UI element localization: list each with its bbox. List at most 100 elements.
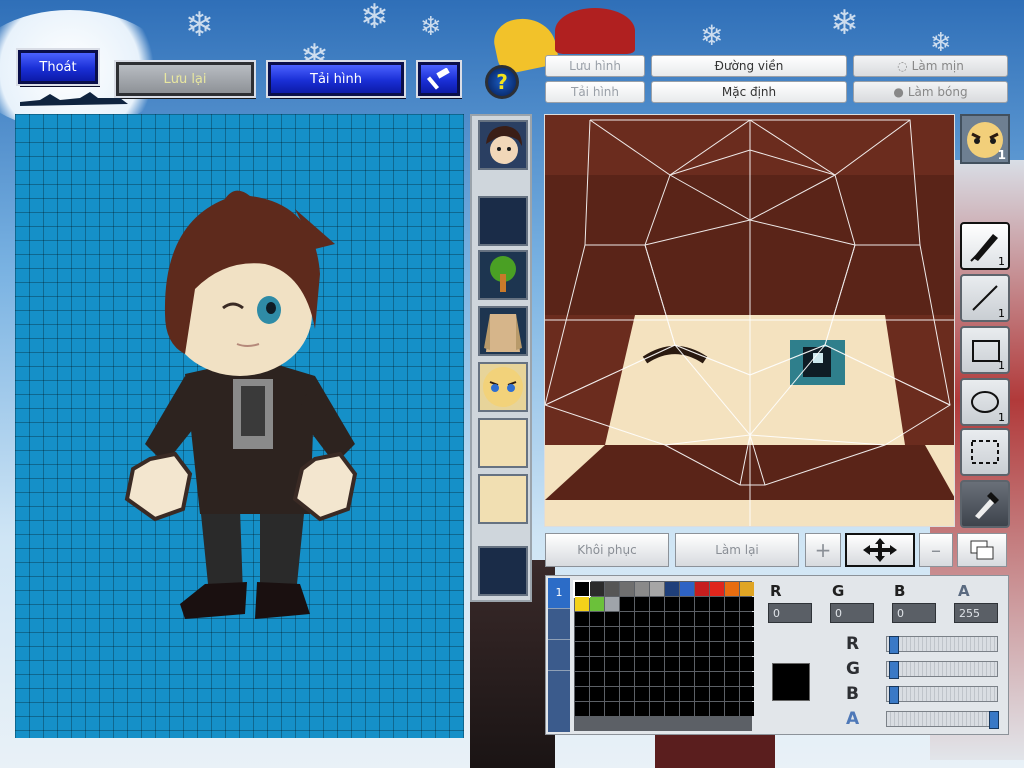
color-swatch[interactable] — [665, 642, 679, 656]
color-swatch[interactable] — [710, 642, 724, 656]
ellipse-tool[interactable]: 1 — [960, 378, 1010, 426]
color-swatch[interactable] — [665, 627, 679, 641]
color-swatch[interactable] — [605, 597, 619, 611]
part-tree[interactable] — [478, 250, 528, 300]
color-swatch[interactable] — [725, 597, 739, 611]
color-swatch[interactable] — [635, 627, 649, 641]
color-swatch[interactable] — [620, 672, 634, 686]
color-swatch[interactable] — [575, 597, 589, 611]
color-swatch[interactable] — [650, 627, 664, 641]
color-swatch[interactable] — [575, 672, 589, 686]
color-swatch[interactable] — [725, 702, 739, 716]
move-button[interactable] — [845, 533, 915, 567]
color-swatch[interactable] — [725, 627, 739, 641]
color-swatches[interactable] — [573, 580, 754, 731]
select-tool[interactable] — [960, 428, 1010, 476]
palette-tab-4[interactable] — [548, 670, 570, 701]
tab-default[interactable]: Mặc định — [651, 81, 847, 103]
channel-value-a[interactable]: 255 — [954, 603, 998, 623]
tab-save-image[interactable]: Lưu hình — [545, 55, 645, 77]
color-swatch[interactable] — [725, 687, 739, 701]
slider-b[interactable] — [886, 686, 998, 704]
part-face-skin-2[interactable] — [478, 474, 528, 524]
color-swatch[interactable] — [725, 612, 739, 626]
color-swatch[interactable] — [710, 687, 724, 701]
texture-editor-canvas[interactable] — [544, 114, 955, 527]
color-swatch[interactable] — [605, 702, 619, 716]
color-swatch[interactable] — [590, 687, 604, 701]
pen-tool[interactable]: 1 — [960, 222, 1010, 270]
color-swatch[interactable] — [650, 642, 664, 656]
color-swatch[interactable] — [680, 657, 694, 671]
color-swatch[interactable] — [605, 582, 619, 596]
color-swatch[interactable] — [635, 687, 649, 701]
color-swatch[interactable] — [635, 702, 649, 716]
color-swatch[interactable] — [605, 612, 619, 626]
color-swatch[interactable] — [575, 687, 589, 701]
color-swatch[interactable] — [680, 642, 694, 656]
slider-r-knob[interactable] — [889, 636, 899, 654]
hammer-button[interactable] — [416, 60, 462, 98]
zoom-out-button[interactable]: – — [919, 533, 953, 567]
color-swatch[interactable] — [680, 597, 694, 611]
color-swatch[interactable] — [575, 612, 589, 626]
color-swatch[interactable] — [725, 642, 739, 656]
color-swatch[interactable] — [590, 612, 604, 626]
color-swatch[interactable] — [590, 582, 604, 596]
slider-g-knob[interactable] — [889, 661, 899, 679]
color-swatch[interactable] — [725, 657, 739, 671]
color-swatch[interactable] — [680, 582, 694, 596]
color-swatch[interactable] — [740, 627, 754, 641]
color-swatch[interactable] — [695, 642, 709, 656]
color-swatch[interactable] — [650, 702, 664, 716]
layer-button[interactable] — [957, 533, 1007, 567]
channel-value-g[interactable]: 0 — [830, 603, 874, 623]
slider-a[interactable] — [886, 711, 999, 729]
color-swatch[interactable] — [710, 612, 724, 626]
color-swatch[interactable] — [605, 672, 619, 686]
color-swatch[interactable] — [590, 702, 604, 716]
color-swatch[interactable] — [695, 612, 709, 626]
character-preview[interactable] — [15, 114, 464, 738]
part-jacket[interactable] — [478, 306, 528, 356]
color-swatch[interactable] — [605, 642, 619, 656]
tab-outline[interactable]: Đường viền — [651, 55, 847, 77]
slider-b-knob[interactable] — [889, 686, 899, 704]
part-face-portrait[interactable] — [478, 120, 528, 170]
rect-tool[interactable]: 1 — [960, 326, 1010, 374]
color-swatch[interactable] — [635, 597, 649, 611]
color-swatch[interactable] — [650, 672, 664, 686]
zoom-in-button[interactable]: + — [805, 533, 841, 567]
color-swatch[interactable] — [695, 672, 709, 686]
color-swatch[interactable] — [635, 642, 649, 656]
color-swatch[interactable] — [575, 642, 589, 656]
color-swatch[interactable] — [680, 612, 694, 626]
color-swatch[interactable] — [725, 672, 739, 686]
line-tool[interactable]: 1 — [960, 274, 1010, 322]
color-swatch[interactable] — [590, 657, 604, 671]
palette-tab-3[interactable] — [548, 639, 570, 670]
reload-image-button[interactable]: Tải hình — [266, 60, 406, 98]
part-empty-slot-2[interactable] — [478, 546, 528, 596]
color-swatch[interactable] — [710, 672, 724, 686]
color-swatch[interactable] — [650, 582, 664, 596]
slider-r[interactable] — [886, 636, 998, 654]
color-swatch[interactable] — [650, 597, 664, 611]
color-swatch[interactable] — [740, 672, 754, 686]
help-button[interactable]: ? — [485, 65, 519, 99]
color-swatch[interactable] — [590, 627, 604, 641]
color-swatch[interactable] — [605, 657, 619, 671]
color-swatch[interactable] — [665, 702, 679, 716]
color-swatch[interactable] — [680, 702, 694, 716]
color-swatch[interactable] — [650, 687, 664, 701]
color-swatch[interactable] — [710, 627, 724, 641]
color-swatch[interactable] — [650, 657, 664, 671]
color-swatch[interactable] — [695, 702, 709, 716]
color-swatch[interactable] — [710, 582, 724, 596]
slider-g[interactable] — [886, 661, 998, 679]
color-swatch[interactable] — [665, 597, 679, 611]
redo-button[interactable]: Làm lại — [675, 533, 799, 567]
palette-tab-2[interactable] — [548, 608, 570, 639]
color-swatch[interactable] — [620, 657, 634, 671]
tab-load-image[interactable]: Tải hình — [545, 81, 645, 103]
